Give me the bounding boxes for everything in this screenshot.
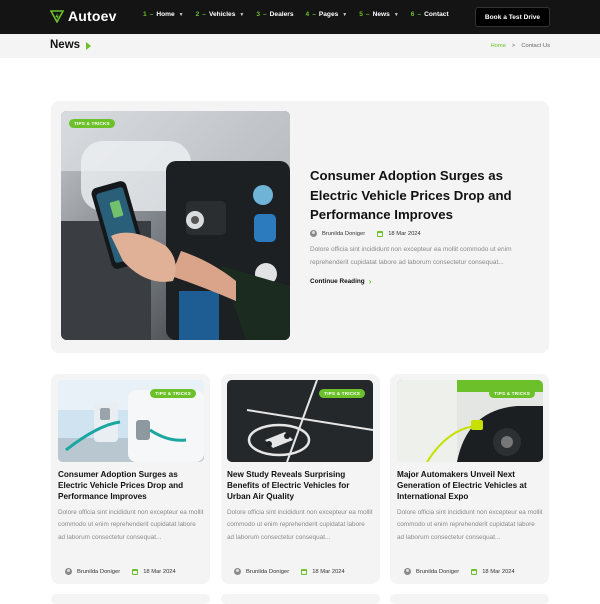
phone-charging-illustration: [61, 111, 290, 340]
breadcrumb: Home > Contact Us: [490, 43, 550, 49]
calendar-icon: [377, 230, 384, 237]
news-card-title[interactable]: New Study Reveals Surprising Benefits of…: [227, 469, 373, 502]
page-title: News: [50, 39, 81, 51]
brand-logo[interactable]: Autoev: [50, 8, 117, 24]
nav-item-dealers[interactable]: 3 – Dealers: [256, 11, 293, 18]
logo-text: Autoev: [68, 8, 117, 24]
news-card-excerpt: Dolore officia sint incididunt non excep…: [397, 509, 543, 541]
nav-item-contact[interactable]: 6 – Contact: [411, 11, 449, 18]
chevron-down-icon: ▼: [239, 11, 245, 18]
news-card-image[interactable]: TIPS & TRICKS: [397, 380, 543, 462]
play-arrow-icon: [86, 42, 91, 50]
news-card-image[interactable]: TIPS & TRICKS: [227, 380, 373, 462]
news-card-next-row: [390, 594, 549, 604]
author-name[interactable]: Brunilda Doniger: [246, 569, 289, 575]
nav-label: Home: [156, 11, 175, 18]
calendar-icon: [471, 568, 478, 575]
book-test-drive-button[interactable]: Book a Test Drive: [475, 7, 550, 27]
featured-post-meta: Brunilda Doniger 18 Mar 2024: [310, 230, 421, 237]
featured-post-image[interactable]: TIPS & TRICKS: [61, 111, 290, 340]
news-card-meta: Brunilda Doniger 18 Mar 2024: [404, 568, 515, 575]
nav-number: 4: [305, 11, 310, 18]
breadcrumb-separator: >: [511, 43, 516, 49]
author-name[interactable]: Brunilda Doniger: [77, 569, 120, 575]
breadcrumb-current: Contact Us: [521, 43, 550, 49]
post-date: 18 Mar 2024: [312, 568, 345, 575]
category-tag[interactable]: TIPS & TRICKS: [489, 389, 535, 398]
author-name[interactable]: Brunilda Doniger: [322, 231, 365, 237]
nav-number: 1: [143, 11, 147, 18]
featured-post-excerpt: Dolore officia sint incididunt non excep…: [310, 246, 512, 266]
avatar: [234, 568, 241, 575]
nav-dash: –: [365, 11, 370, 18]
continue-reading-label: Continue Reading: [310, 278, 365, 285]
continue-reading-link[interactable]: Continue Reading ›: [310, 277, 371, 286]
nav-dash: –: [417, 11, 422, 18]
featured-post-title[interactable]: Consumer Adoption Surges as Electric Veh…: [310, 166, 540, 225]
calendar-icon: [301, 568, 308, 575]
calendar-icon: [132, 568, 139, 575]
chevron-down-icon: ▼: [342, 11, 348, 18]
news-card-title[interactable]: Consumer Adoption Surges as Electric Veh…: [58, 469, 204, 502]
nav-number: 5: [359, 11, 363, 18]
post-date: 18 Mar 2024: [388, 230, 421, 237]
news-card-next-row: [51, 594, 210, 604]
news-card-next-row: [221, 594, 380, 604]
nav-dash: –: [312, 11, 316, 18]
nav-item-vehicles[interactable]: 2 – Vehicles ▼: [196, 11, 245, 18]
nav-item-news[interactable]: 5 – News ▼: [359, 11, 399, 18]
category-tag[interactable]: TIPS & TRICKS: [69, 119, 115, 128]
category-tag[interactable]: TIPS & TRICKS: [319, 389, 365, 398]
news-card-excerpt: Dolore officia sint incididunt non excep…: [58, 509, 204, 541]
nav-label: Vehicles: [208, 11, 236, 18]
chevron-down-icon: ▼: [393, 11, 399, 18]
nav-item-pages[interactable]: 4 – Pages ▼: [306, 11, 348, 18]
post-date: 18 Mar 2024: [143, 568, 176, 575]
post-date: 18 Mar 2024: [482, 568, 515, 575]
nav-dash: –: [263, 11, 267, 18]
news-card-image[interactable]: TIPS & TRICKS: [58, 380, 204, 462]
nav-label: Contact: [424, 11, 449, 18]
nav-label: News: [372, 11, 390, 18]
nav-dash: –: [149, 11, 154, 18]
nav-number: 6: [410, 11, 415, 18]
news-card-meta: Brunilda Doniger 18 Mar 2024: [234, 568, 345, 575]
news-card-title[interactable]: Major Automakers Unveil Next Generation …: [397, 469, 543, 502]
main-nav: 1 – Home ▼ 2 – Vehicles ▼ 3 – Dealers 4 …: [143, 11, 449, 18]
chevron-right-icon: ›: [368, 277, 372, 286]
category-tag[interactable]: TIPS & TRICKS: [150, 389, 196, 398]
nav-dash: –: [202, 11, 206, 18]
nav-label: Pages: [318, 11, 339, 18]
news-card-meta: Brunilda Doniger 18 Mar 2024: [65, 568, 176, 575]
nav-number: 3: [256, 11, 260, 18]
logo-bolt-icon: [50, 10, 64, 23]
news-card-excerpt: Dolore officia sint incididunt non excep…: [227, 509, 373, 541]
nav-number: 2: [195, 11, 200, 18]
breadcrumb-home-link[interactable]: Home: [490, 43, 505, 49]
chevron-down-icon: ▼: [178, 11, 184, 18]
nav-item-home[interactable]: 1 – Home ▼: [143, 11, 184, 18]
avatar: [404, 568, 411, 575]
avatar: [310, 230, 317, 237]
nav-label: Dealers: [269, 11, 294, 18]
author-name[interactable]: Brunilda Doniger: [416, 569, 459, 575]
avatar: [65, 568, 72, 575]
